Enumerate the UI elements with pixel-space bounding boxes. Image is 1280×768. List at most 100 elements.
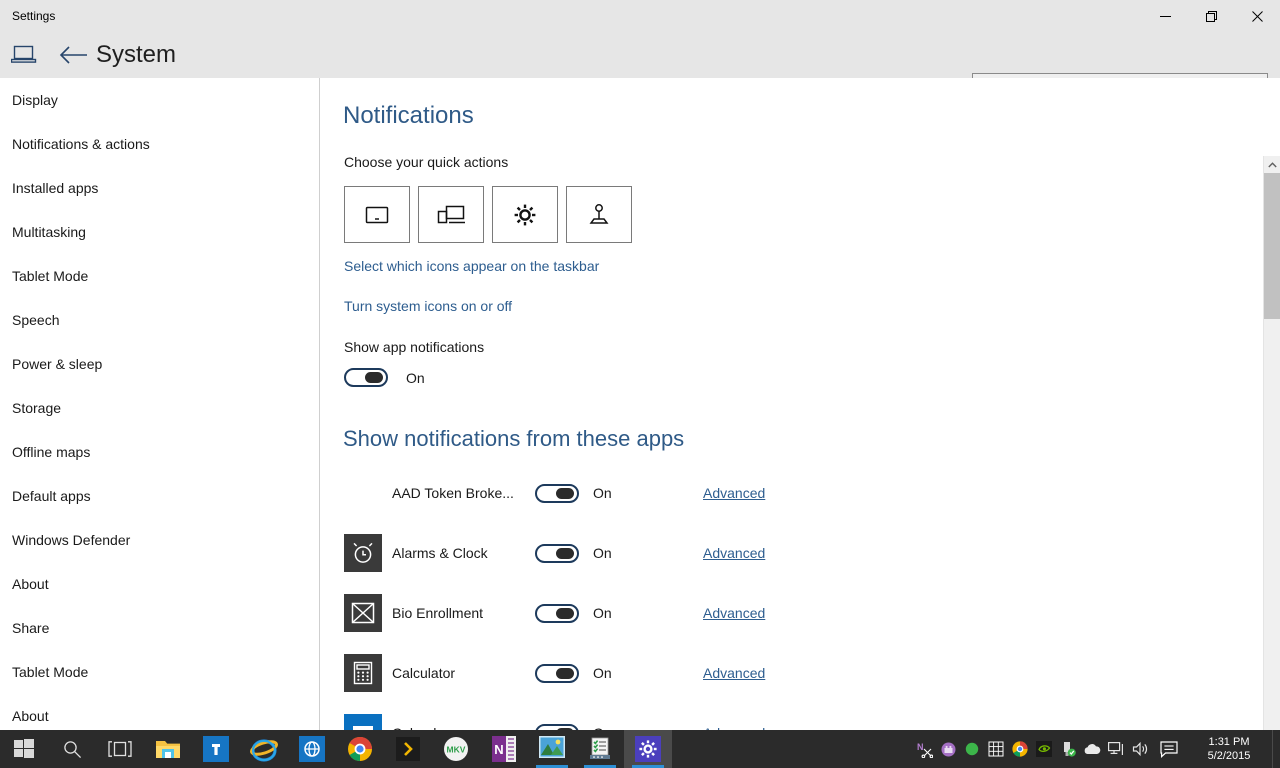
volume-tray-icon[interactable] <box>1128 730 1152 768</box>
settings-button[interactable] <box>624 730 672 768</box>
chrome-button[interactable] <box>336 730 384 768</box>
sidebar-item-label: Default apps <box>12 488 91 504</box>
show-app-notifications-toggle[interactable] <box>344 368 388 387</box>
select-taskbar-icons-link[interactable]: Select which icons appear on the taskbar <box>344 258 599 274</box>
app-name: Calculator <box>392 665 456 681</box>
close-button[interactable] <box>1234 0 1280 32</box>
app-name: Alarms & Clock <box>392 545 488 561</box>
sidebar-item-storage[interactable]: Storage <box>0 386 319 430</box>
chevron-up-icon[interactable] <box>1264 156 1280 173</box>
app-notification-row: Alarms & Clock On Advanced <box>321 526 1259 586</box>
app-toggle-state: On <box>593 718 612 730</box>
nvidia-tray-icon[interactable] <box>1032 730 1056 768</box>
quick-action-settings[interactable] <box>492 186 558 243</box>
file-explorer-button[interactable] <box>144 730 192 768</box>
globe-app-button[interactable] <box>288 730 336 768</box>
page-header: System <box>0 32 1280 102</box>
sidebar-item-tablet-mode[interactable]: Tablet Mode <box>0 254 319 298</box>
app-toggle-state: On <box>593 605 612 621</box>
start-button[interactable] <box>0 730 48 768</box>
sidebar-item-notifications-actions[interactable]: Notifications & actions <box>0 122 319 166</box>
green-status-tray-icon[interactable] <box>960 730 984 768</box>
app-notification-row: Calendar On Advanced <box>321 706 1259 730</box>
window-controls <box>1142 0 1280 32</box>
sidebar-item-tablet-mode[interactable]: Tablet Mode <box>0 650 319 694</box>
onenote-button[interactable]: N <box>480 730 528 768</box>
show-app-notifications-row: On <box>344 368 425 387</box>
app-toggle-state: On <box>593 545 612 561</box>
settings-content: Notifications Choose your quick actions <box>321 78 1259 730</box>
grid-tray-icon[interactable] <box>984 730 1008 768</box>
window-title: Settings <box>12 9 56 23</box>
onenote-clipper-tray-icon[interactable]: N <box>912 730 936 768</box>
sidebar-item-share[interactable]: Share <box>0 606 319 650</box>
body-area: Display Notifications & actions Installed … <box>0 78 1280 768</box>
sidebar-item-label: About <box>12 708 49 724</box>
sidebar-item-installed-apps[interactable]: Installed apps <box>0 166 319 210</box>
app-toggle-state: On <box>593 485 612 501</box>
sidebar-item-label: Speech <box>12 312 60 328</box>
internet-explorer-button[interactable] <box>240 730 288 768</box>
content-scrollbar[interactable] <box>1263 156 1280 768</box>
system-tray: N 1:31 PM 5/2/2015 <box>912 730 1280 768</box>
sidebar-item-label: Offline maps <box>12 444 91 460</box>
action-center-tray-icon[interactable] <box>1152 730 1186 768</box>
app-advanced-link[interactable]: Advanced <box>703 478 765 508</box>
app-advanced-link[interactable]: Advanced <box>703 658 765 688</box>
maximize-button[interactable] <box>1188 0 1234 32</box>
quick-action-project[interactable] <box>418 186 484 243</box>
sidebar-item-display[interactable]: Display <box>0 78 319 122</box>
sidebar-item-label: Display <box>12 92 58 108</box>
app-name: Calendar <box>392 718 532 730</box>
show-desktop-button[interactable] <box>1272 730 1280 768</box>
quick-action-location[interactable] <box>566 186 632 243</box>
sidebar-item-label: Notifications & actions <box>12 136 150 152</box>
sidebar-item-label: Installed apps <box>12 180 99 196</box>
purple-app-tray-icon[interactable] <box>936 730 960 768</box>
app-notification-row: Calculator On Advanced <box>321 646 1259 706</box>
app-name: AAD Token Broke... <box>392 485 514 501</box>
onedrive-tray-icon[interactable] <box>1080 730 1104 768</box>
app-notification-toggle[interactable] <box>535 604 579 623</box>
task-view-button[interactable] <box>96 730 144 768</box>
app-advanced-link[interactable]: Advanced <box>703 538 765 568</box>
show-app-notifications-label: Show app notifications <box>344 339 485 355</box>
app-name: Bio Enrollment <box>392 605 484 621</box>
sidebar-item-multitasking[interactable]: Multitasking <box>0 210 319 254</box>
network-tray-icon[interactable] <box>1104 730 1128 768</box>
mkv-app-button[interactable]: MKV <box>432 730 480 768</box>
task-list-button[interactable] <box>576 730 624 768</box>
store-button[interactable] <box>192 730 240 768</box>
search-button[interactable] <box>48 730 96 768</box>
minimize-button[interactable] <box>1142 0 1188 32</box>
sidebar-item-offline-maps[interactable]: Offline maps <box>0 430 319 474</box>
sidebar-item-about[interactable]: About <box>0 562 319 606</box>
sidebar-nav: Display Notifications & actions Installed … <box>0 78 320 730</box>
quick-action-tablet-mode[interactable] <box>344 186 410 243</box>
media-app-button[interactable] <box>384 730 432 768</box>
show-app-notifications-state: On <box>406 369 425 386</box>
app-notification-toggle[interactable] <box>535 664 579 683</box>
sidebar-item-power-sleep[interactable]: Power & sleep <box>0 342 319 386</box>
clock-time: 1:31 PM <box>1208 736 1250 748</box>
chrome-tray-icon[interactable] <box>1008 730 1032 768</box>
sidebar-item-label: About <box>12 576 49 592</box>
sidebar-item-speech[interactable]: Speech <box>0 298 319 342</box>
scrollbar-thumb[interactable] <box>1264 173 1280 319</box>
sidebar-item-label: Windows Defender <box>12 532 131 548</box>
app-advanced-link[interactable]: Advanced <box>703 598 765 628</box>
sidebar-item-default-apps[interactable]: Default apps <box>0 474 319 518</box>
bio-enrollment-icon <box>344 594 382 632</box>
safely-remove-hardware-tray-icon[interactable] <box>1056 730 1080 768</box>
svg-text:N: N <box>917 742 924 752</box>
photos-button[interactable] <box>528 730 576 768</box>
sidebar-item-label: Storage <box>12 400 62 416</box>
taskbar-clock[interactable]: 1:31 PM 5/2/2015 <box>1186 730 1272 768</box>
sidebar-item-about[interactable]: About <box>0 694 319 730</box>
app-notification-toggle[interactable] <box>535 484 579 503</box>
sidebar-item-windows-defender[interactable]: Windows Defender <box>0 518 319 562</box>
back-button[interactable] <box>57 43 91 67</box>
turn-system-icons-link[interactable]: Turn system icons on or off <box>344 298 512 314</box>
app-advanced-link[interactable]: Advanced <box>703 718 765 730</box>
app-notification-toggle[interactable] <box>535 544 579 563</box>
